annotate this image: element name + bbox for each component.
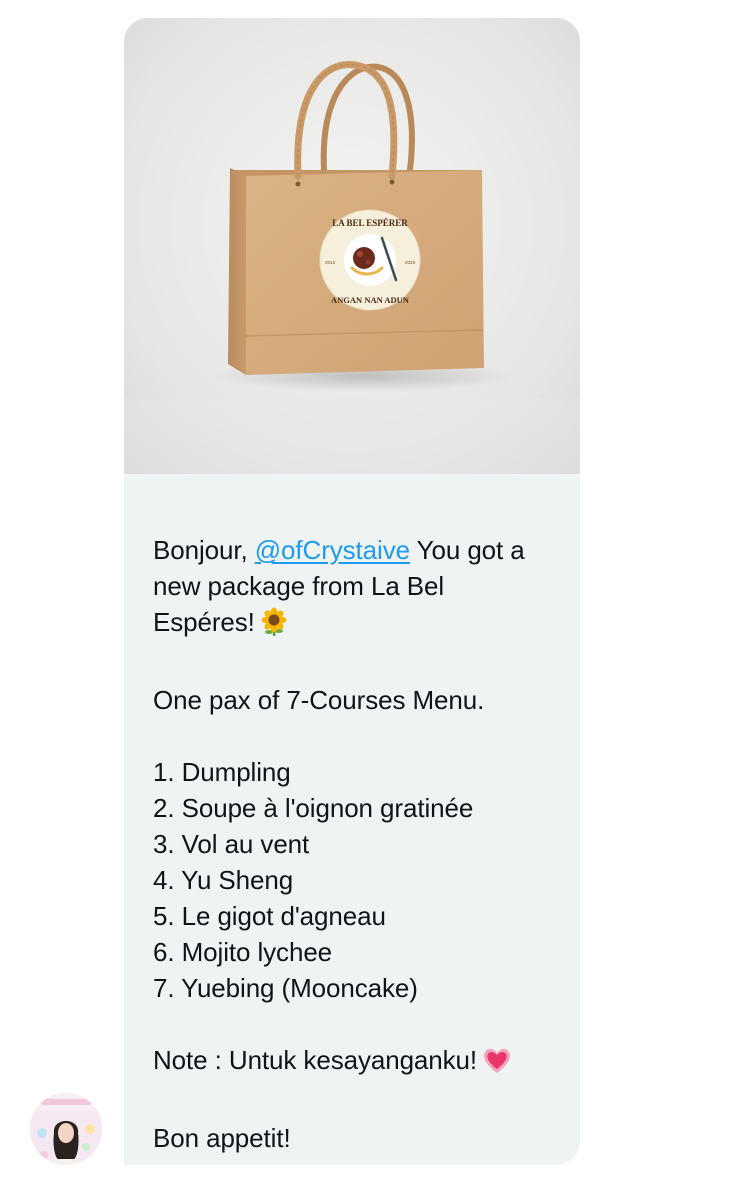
menu-item-2: 2. Soupe à l'oignon gratinée [153,793,474,823]
message-image[interactable]: LA BEL ESPÉRER ANGAN NAN ADUN 2013 2023 [124,18,580,474]
user-avatar[interactable] [30,1093,102,1165]
mention-link[interactable]: @ofCrystaive [255,535,410,565]
message-line-3: Espéres! [153,604,563,646]
menu-item-3: 3. Vol au vent [153,829,310,859]
svg-text:ANGAN NAN ADUN: ANGAN NAN ADUN [331,295,410,305]
growing-heart-icon [481,1045,513,1084]
message-line-1-rest: You got a [409,535,525,565]
message-text: Bonjour, @ofCrystaive You got a new pack… [153,532,563,1156]
message-line-3-text: Espéres! [153,607,255,637]
greeting: Bonjour, [153,535,248,565]
sunflower-icon [259,607,289,646]
svg-text:LA BEL ESPÉRER: LA BEL ESPÉRER [332,218,408,228]
message-line-4: One pax of 7-Courses Menu. [153,685,485,715]
menu-item-7: 7. Yuebing (Mooncake) [153,973,418,1003]
restaurant-logo: LA BEL ESPÉRER ANGAN NAN ADUN 2013 2023 [319,209,421,311]
svg-text:2013: 2013 [325,260,336,265]
svg-text:2023: 2023 [405,260,416,265]
message-line-1: Bonjour, @ofCrystaive You got a [153,532,563,568]
closing-line: Bon appetit! [153,1123,291,1153]
message-line-2: new package from La Bel [153,571,445,601]
menu-item-5: 5. Le gigot d'agneau [153,901,386,931]
dm-conversation: LA BEL ESPÉRER ANGAN NAN ADUN 2013 2023 … [0,0,746,1200]
menu-item-1: 1. Dumpling [153,757,291,787]
note-line: Note : Untuk kesayanganku! [153,1042,563,1084]
message-bubble[interactable]: LA BEL ESPÉRER ANGAN NAN ADUN 2013 2023 … [124,18,580,1165]
menu-item-4: 4. Yu Sheng [153,865,294,895]
kraft-paper-shopping-bag-icon: LA BEL ESPÉRER ANGAN NAN ADUN 2013 2023 [124,18,580,474]
note-text: Note : Untuk kesayanganku! [153,1045,478,1075]
menu-item-6: 6. Mojito lychee [153,937,333,967]
